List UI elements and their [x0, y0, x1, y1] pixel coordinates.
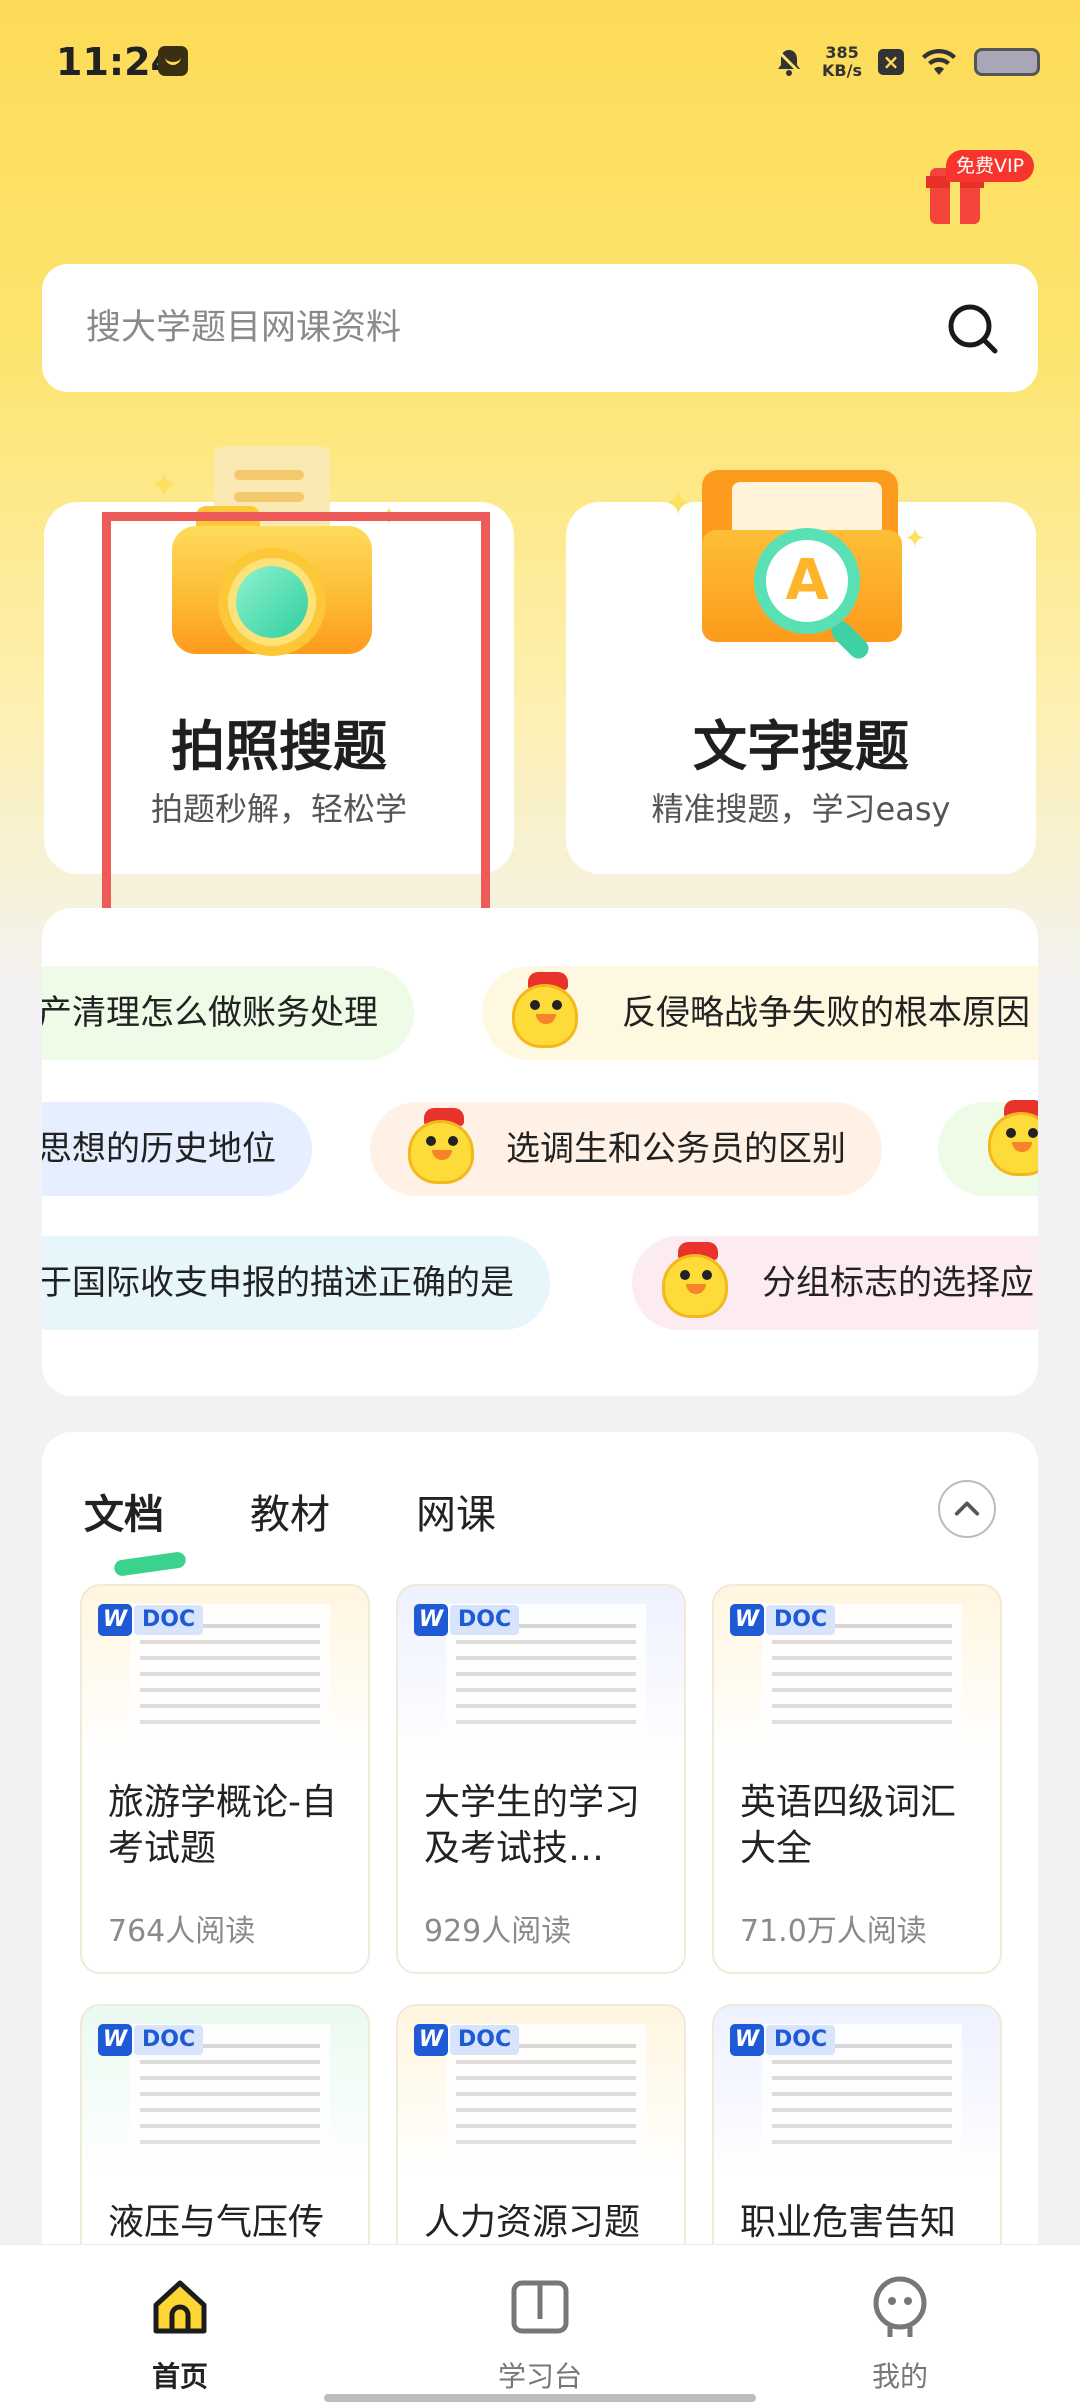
mascot-eye: [552, 1000, 562, 1010]
mascot-icon: [502, 966, 588, 1056]
highlight-box: [102, 512, 490, 920]
battery-icon: [974, 48, 1040, 76]
doc-label: DOC: [450, 2025, 520, 2055]
home-icon: [153, 2280, 207, 2334]
document-reads: 764人阅读: [108, 1914, 256, 1949]
status-bar: 11:24 385 KB/s ×: [0, 0, 1080, 120]
tab-courses[interactable]: 网课: [416, 1482, 496, 1540]
mascot-eye: [448, 1136, 458, 1146]
wifi-icon: [922, 48, 956, 75]
word-icon: W: [98, 1604, 132, 1636]
mascot-eye: [426, 1136, 436, 1146]
mascot-icon: [398, 1102, 484, 1192]
text-search-title: 文字搜题: [693, 715, 909, 778]
word-icon: W: [414, 1604, 448, 1636]
network-speed-value: 385: [825, 43, 859, 62]
vip-badge: 免费VIP: [946, 150, 1035, 182]
document-reads: 929人阅读: [424, 1914, 572, 1949]
topic-chip[interactable]: 于国际收支申报的描述正确的是: [42, 1236, 550, 1330]
word-icon: W: [414, 2024, 448, 2056]
doc-badge: W DOC: [730, 1604, 836, 1636]
text-search-subtitle: 精准搜题，学习easy: [651, 790, 951, 828]
document-card[interactable]: W DOC 旅游学概论-自考试题 764人阅读: [80, 1584, 370, 1974]
tab-study-label: 学习台: [497, 2360, 582, 2393]
doc-label: DOC: [134, 1605, 204, 1635]
doc-badge: W DOC: [414, 1604, 520, 1636]
message-notification-icon: [158, 46, 188, 76]
profile-face-icon: [873, 2276, 927, 2337]
document-card[interactable]: W DOC 大学生的学习及考试技… 929人阅读: [396, 1584, 686, 1974]
document-title: 人力资源习题: [424, 2202, 641, 2243]
word-icon: W: [730, 2024, 764, 2056]
word-icon: W: [730, 1604, 764, 1636]
tab-documents[interactable]: 文档: [84, 1482, 164, 1540]
doc-badge: W DOC: [414, 2024, 520, 2056]
document-title: 大学生的学习及考试技…: [424, 1782, 641, 1869]
free-vip-button[interactable]: 免费VIP: [926, 150, 1048, 230]
mascot-icon: [978, 1094, 1038, 1184]
topic-chip[interactable]: 产清理怎么做账务处理: [42, 966, 414, 1060]
tab-study[interactable]: 学习台: [440, 2275, 640, 2395]
trending-topics: 产清理怎么做账务处理 反侵略战争失败的根本原因 思想的历史地位 选调生和公务员的…: [42, 908, 1038, 1396]
doc-label: DOC: [766, 2025, 836, 2055]
network-speed-unit: KB/s: [822, 61, 862, 80]
search-input[interactable]: 搜大学题目网课资料: [86, 264, 401, 392]
document-title: 旅游学概论-自考试题: [108, 1782, 337, 1869]
word-icon: W: [98, 2024, 132, 2056]
search-icon[interactable]: [944, 300, 1000, 356]
mascot-eye: [530, 1000, 540, 1010]
book-icon: [511, 2280, 569, 2334]
mascot-icon: [652, 1236, 738, 1326]
doc-badge: W DOC: [98, 2024, 204, 2056]
mascot-eye: [680, 1270, 690, 1280]
document-card[interactable]: W DOC 英语四级词汇大全 71.0万人阅读: [712, 1584, 1002, 1974]
doc-badge: W DOC: [730, 2024, 836, 2056]
magnifier-a-icon: A: [754, 528, 860, 634]
home-indicator: [324, 2394, 756, 2402]
tab-home[interactable]: 首页: [80, 2275, 280, 2395]
doc-label: DOC: [450, 1605, 520, 1635]
document-reads: 71.0万人阅读: [740, 1914, 927, 1949]
doc-badge: W DOC: [98, 1604, 204, 1636]
mute-bell-icon: [775, 48, 803, 76]
network-speed: 385 KB/s: [822, 44, 862, 80]
search-bar[interactable]: 搜大学题目网课资料: [42, 264, 1038, 392]
close-box-icon: ×: [878, 49, 904, 75]
topic-chip[interactable]: 思想的历史地位: [42, 1102, 312, 1196]
doc-label: DOC: [766, 1605, 836, 1635]
sparkle-icon: ✦: [664, 484, 693, 524]
bottom-tab-bar: 首页 学习台 我的: [0, 2244, 1080, 2408]
tab-textbooks[interactable]: 教材: [250, 1482, 330, 1540]
mascot-eye: [702, 1270, 712, 1280]
mascot-eye: [1028, 1128, 1038, 1138]
active-tab-underline: [113, 1551, 187, 1577]
doc-label: DOC: [134, 2025, 204, 2055]
document-title: 英语四级词汇大全: [740, 1782, 957, 1869]
tab-home-label: 首页: [151, 2360, 208, 2393]
sparkle-icon: ✦: [150, 466, 179, 506]
tab-mine[interactable]: 我的: [800, 2275, 1000, 2395]
tab-mine-label: 我的: [871, 2360, 928, 2393]
sparkle-icon: ✦: [904, 524, 926, 554]
document-title: 职业危害告知: [740, 2202, 957, 2243]
mascot-eye: [1006, 1128, 1016, 1138]
status-icons: 385 KB/s ×: [772, 40, 1040, 84]
document-title: 液压与气压传: [108, 2202, 325, 2243]
collapse-chevron-up-icon[interactable]: [938, 1480, 996, 1538]
